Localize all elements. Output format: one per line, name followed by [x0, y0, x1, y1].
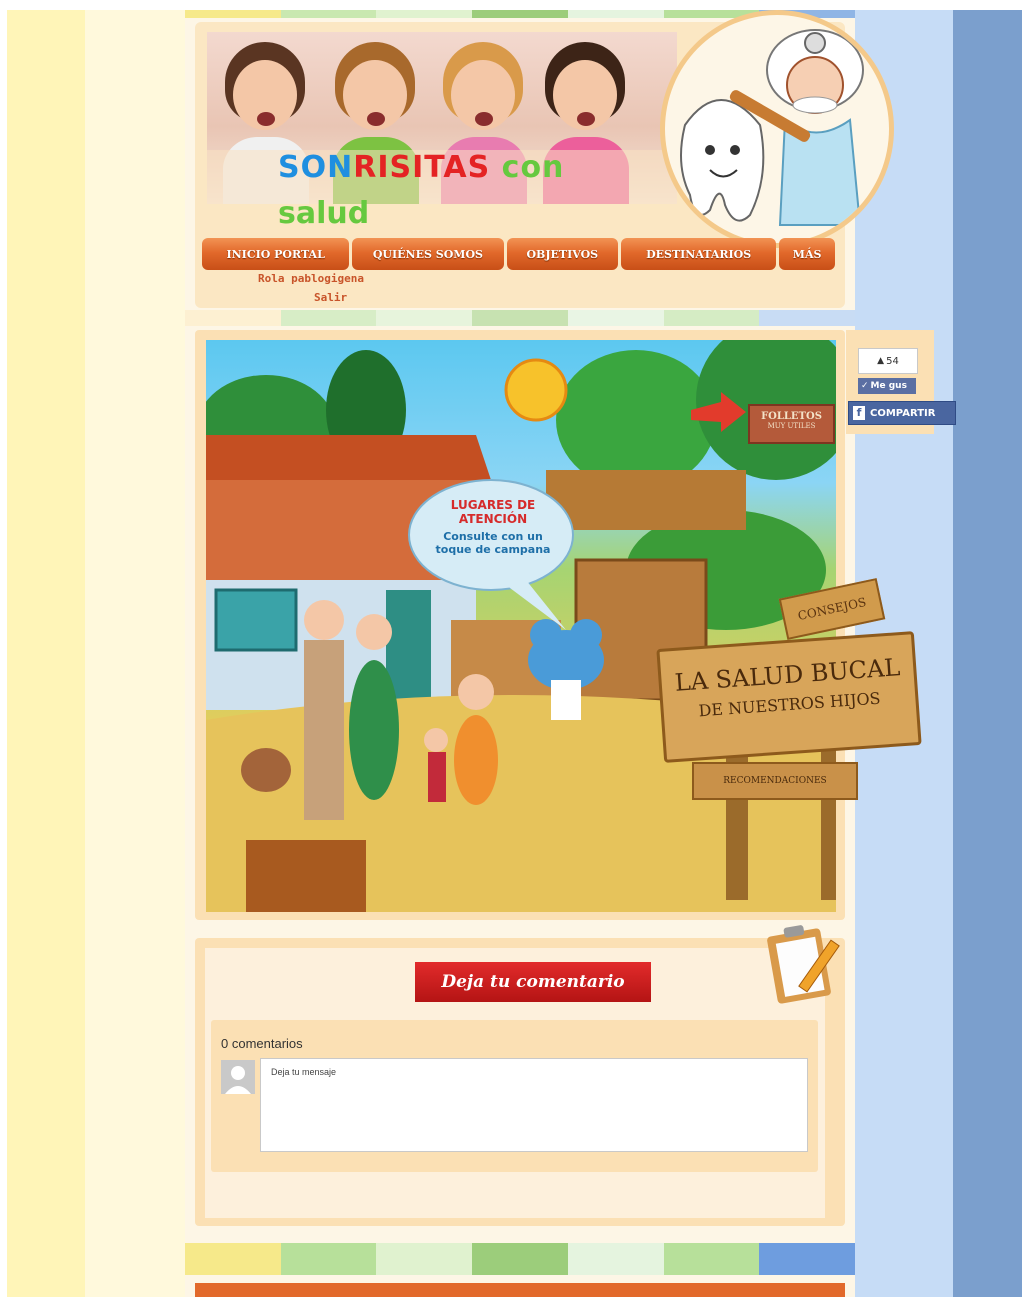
- title-part-risitas: RISITAS: [353, 150, 491, 185]
- nav-item-quienes-somos[interactable]: QUIÉNES SOMOS: [352, 238, 504, 270]
- main-nav: INICIO PORTAL QUIÉNES SOMOS OBJETIVOS DE…: [202, 238, 835, 270]
- bubble-body: Consulte con un toque de campana: [435, 530, 551, 556]
- facebook-icon: f: [853, 406, 865, 420]
- like-count-box[interactable]: ▲ 54: [858, 348, 918, 374]
- village-scene-image: LUGARES DE ATENCIÓN Consulte con un toqu…: [206, 340, 836, 912]
- comment-count: 0 comentarios: [221, 1036, 303, 1051]
- bubble-title: LUGARES DE ATENCIÓN: [450, 498, 536, 526]
- recomendaciones-label: RECOMENDACIONES: [723, 776, 827, 786]
- color-strip-middle: [185, 310, 856, 326]
- footer-bar: [195, 1283, 845, 1297]
- me-gusta-label: Me gus: [870, 381, 907, 391]
- like-count: 54: [886, 355, 899, 367]
- title-part-son: SON: [278, 150, 354, 185]
- bg-stripe: [953, 10, 1022, 1297]
- consejos-label: CONSEJOS: [796, 594, 868, 624]
- site-title-line2: salud: [278, 196, 370, 231]
- site-title: SONRISITAS con: [278, 150, 564, 185]
- thumbs-up-icon: ▲: [877, 356, 885, 366]
- nav-item-inicio-portal[interactable]: INICIO PORTAL: [202, 238, 350, 270]
- nav-item-destinatarios[interactable]: DESTINATARIOS: [621, 238, 777, 270]
- check-icon: ✓: [861, 381, 869, 391]
- nav-item-mas[interactable]: MÁS: [779, 238, 835, 270]
- share-label: COMPARTIR: [870, 407, 936, 419]
- avatar: [221, 1060, 255, 1094]
- bg-stripe: [85, 10, 185, 1297]
- bg-stripe: [7, 10, 85, 1297]
- folletos-label: FOLLETOS: [761, 411, 822, 422]
- folletos-sub-label: MUY UTILES: [767, 422, 816, 430]
- share-button[interactable]: f COMPARTIR: [848, 401, 956, 425]
- folletos-sign[interactable]: FOLLETOS MUY UTILES: [749, 405, 834, 443]
- leave-comment-button[interactable]: Deja tu comentario: [415, 962, 651, 1002]
- color-strip-bottom: [185, 1243, 856, 1275]
- nav-item-objetivos[interactable]: OBJETIVOS: [506, 238, 619, 270]
- me-gusta-button[interactable]: ✓ Me gus: [858, 378, 916, 394]
- dentist-cartoon-image: [660, 10, 894, 248]
- comment-input[interactable]: Deja tu mensaje: [260, 1058, 808, 1152]
- title-part-con: con: [490, 150, 565, 185]
- recomendaciones-sign[interactable]: RECOMENDACIONES: [692, 762, 858, 800]
- nav-subitem-salir[interactable]: Salir: [314, 291, 347, 304]
- salud-bucal-sign[interactable]: LA SALUD BUCAL DE NUESTROS HIJOS: [656, 631, 922, 763]
- clipboard-pencil-icon: [764, 918, 844, 1004]
- nav-subitem-rola[interactable]: Rola pablogigena: [258, 272, 364, 285]
